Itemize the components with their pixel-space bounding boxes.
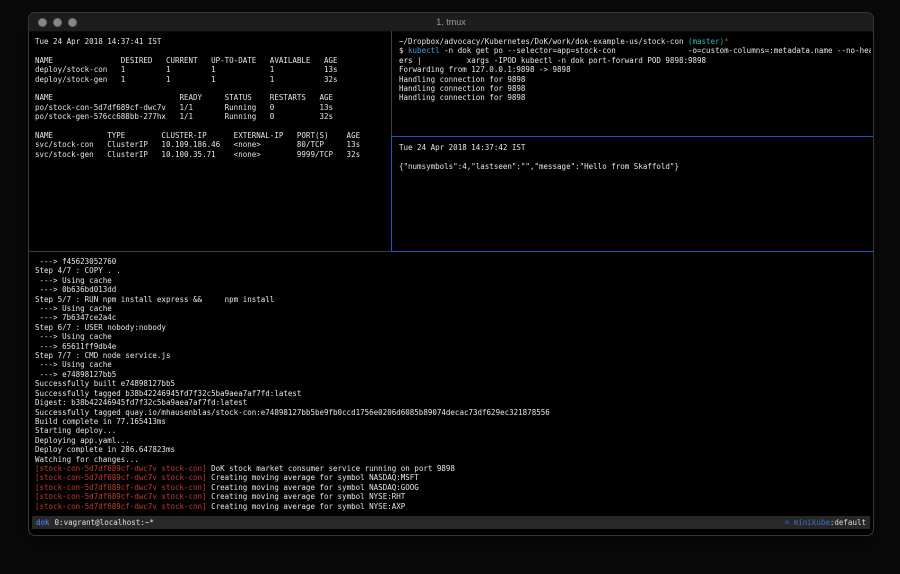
terminal-line: Handling connection for 9898 bbox=[399, 84, 871, 93]
terminal-line: Successfully tagged b38b42246945fd7f32c5… bbox=[35, 389, 869, 398]
terminal-line: NAME DESIRED CURRENT UP-TO-DATE AVAILABL… bbox=[35, 56, 387, 65]
terminal-line: Deploy complete in 286.647823ms bbox=[35, 445, 869, 454]
terminal-line: Successfully built e74898127bb5 bbox=[35, 379, 869, 388]
terminal-line: NAME TYPE CLUSTER-IP EXTERNAL-IP PORT(S)… bbox=[35, 131, 387, 140]
terminal-line: Successfully tagged quay.io/mhausenblas/… bbox=[35, 408, 869, 417]
terminal-line bbox=[399, 152, 871, 161]
terminal-line: svc/stock-con ClusterIP 10.109.186.46 <n… bbox=[35, 140, 387, 149]
window-titlebar: 1. tmux bbox=[29, 13, 873, 32]
terminal-line: deploy/stock-con 1 1 1 1 13s bbox=[35, 65, 387, 74]
terminal-line: svc/stock-gen ClusterIP 10.100.35.71 <no… bbox=[35, 150, 387, 159]
terminal-line: Deploying app.yaml... bbox=[35, 436, 869, 445]
pane-divider-horizontal-bottom-active[interactable] bbox=[391, 251, 873, 252]
terminal-line: $ kubectl -n dok get po --selector=app=s… bbox=[399, 46, 871, 55]
terminal-line: ---> 0b636bd013dd bbox=[35, 285, 869, 294]
terminal-line: [stock-con-5d7df689cf-dwc7v stock-con] C… bbox=[35, 502, 869, 511]
minimize-window-button[interactable] bbox=[53, 18, 62, 27]
terminal-line: ers | xargs -IPOD kubectl -n dok port-fo… bbox=[399, 56, 871, 65]
terminal-line: Step 5/7 : RUN npm install express && np… bbox=[35, 295, 869, 304]
tmux-terminal: Tue 24 Apr 2018 14:37:41 IST NAME DESIRE… bbox=[29, 31, 873, 535]
terminal-line: ---> Using cache bbox=[35, 332, 869, 341]
pane-divider-horizontal-left-inactive[interactable] bbox=[29, 251, 391, 252]
terminal-line: ---> e74898127bb5 bbox=[35, 370, 869, 379]
terminal-line: Handling connection for 9898 bbox=[399, 75, 871, 84]
terminal-line: ---> Using cache bbox=[35, 304, 869, 313]
pane-service-output-active[interactable]: Tue 24 Apr 2018 14:37:42 IST {"numsymbol… bbox=[399, 143, 871, 249]
terminal-line: Watching for changes... bbox=[35, 455, 869, 464]
terminal-line: Tue 24 Apr 2018 14:37:41 IST bbox=[35, 37, 387, 46]
terminal-line: ~/Dropbox/advocacy/Kubernetes/DoK/work/d… bbox=[399, 37, 871, 46]
kube-namespace-name: :default bbox=[830, 518, 866, 527]
pane-kubectl-watch[interactable]: Tue 24 Apr 2018 14:37:41 IST NAME DESIRE… bbox=[35, 37, 387, 251]
terminal-line: [stock-con-5d7df689cf-dwc7v stock-con] C… bbox=[35, 483, 869, 492]
terminal-line: [stock-con-5d7df689cf-dwc7v stock-con] C… bbox=[35, 492, 869, 501]
pane-skaffold-build-log[interactable]: ---> f45623052760Step 4/7 : COPY . . ---… bbox=[35, 257, 869, 513]
tmux-window-item[interactable]: 0:vagrant@localhost:~* bbox=[55, 518, 154, 527]
zoom-window-button[interactable] bbox=[68, 18, 77, 27]
terminal-line: ---> Using cache bbox=[35, 360, 869, 369]
terminal-line bbox=[35, 46, 387, 55]
terminal-line: Build complete in 77.165413ms bbox=[35, 417, 869, 426]
pane-port-forward[interactable]: ~/Dropbox/advocacy/Kubernetes/DoK/work/d… bbox=[399, 37, 871, 134]
terminal-line: po/stock-gen-576cc688bb-277hx 1/1 Runnin… bbox=[35, 112, 387, 121]
terminal-line: Step 7/7 : CMD node service.js bbox=[35, 351, 869, 360]
terminal-line: deploy/stock-gen 1 1 1 1 32s bbox=[35, 75, 387, 84]
terminal-line: Step 4/7 : COPY . . bbox=[35, 266, 869, 275]
tmux-status-bar: dok 0:vagrant@localhost:~* ☸ minikube:def… bbox=[32, 516, 870, 529]
pane-divider-horizontal-right-active[interactable] bbox=[391, 136, 873, 137]
terminal-line: Handling connection for 9898 bbox=[399, 93, 871, 102]
terminal-line: Starting deploy... bbox=[35, 426, 869, 435]
pane-divider-vertical-active[interactable] bbox=[391, 136, 392, 251]
terminal-line: Digest: b38b42246945fd7f32c5ba9aea7af7fd… bbox=[35, 398, 869, 407]
terminal-line: ---> 65611ff9db4e bbox=[35, 342, 869, 351]
tmux-session-name[interactable]: dok bbox=[36, 518, 50, 527]
terminal-line: [stock-con-5d7df689cf-dwc7v stock-con] C… bbox=[35, 473, 869, 482]
terminal-line: ---> 7b6347ce2a4c bbox=[35, 313, 869, 322]
terminal-line: [stock-con-5d7df689cf-dwc7v stock-con] D… bbox=[35, 464, 869, 473]
kube-context-name: minikube bbox=[794, 518, 830, 527]
kube-context-indicator: ☸ minikube:default bbox=[785, 516, 866, 529]
terminal-line: NAME READY STATUS RESTARTS AGE bbox=[35, 93, 387, 102]
terminal-line bbox=[35, 84, 387, 93]
window-title: 1. tmux bbox=[29, 13, 873, 31]
terminal-line: {"numsymbols":4,"lastseen":"","message":… bbox=[399, 162, 871, 171]
terminal-line: ---> Using cache bbox=[35, 276, 869, 285]
terminal-window: 1. tmux Tue 24 Apr 2018 14:37:41 IST NAM… bbox=[28, 12, 874, 536]
terminal-line: Step 6/7 : USER nobody:nobody bbox=[35, 323, 869, 332]
terminal-line bbox=[35, 122, 387, 131]
terminal-line: Tue 24 Apr 2018 14:37:42 IST bbox=[399, 143, 871, 152]
traffic-light-buttons bbox=[38, 18, 77, 27]
pane-divider-vertical-inactive[interactable] bbox=[391, 31, 392, 136]
terminal-line: ---> f45623052760 bbox=[35, 257, 869, 266]
terminal-line: Forwarding from 127.0.0.1:9898 -> 9898 bbox=[399, 65, 871, 74]
terminal-line: po/stock-con-5d7df689cf-dwc7v 1/1 Runnin… bbox=[35, 103, 387, 112]
desktop: 1. tmux Tue 24 Apr 2018 14:37:41 IST NAM… bbox=[0, 0, 900, 574]
close-window-button[interactable] bbox=[38, 18, 47, 27]
kubernetes-wheel-icon: ☸ bbox=[785, 518, 794, 527]
